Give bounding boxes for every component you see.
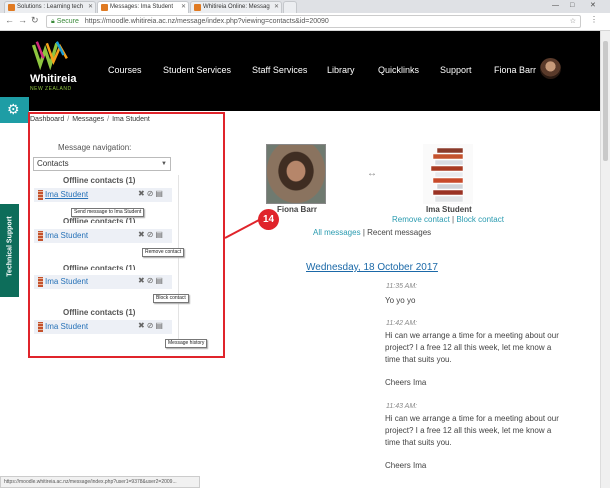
nav-courses[interactable]: Courses (108, 65, 142, 75)
scrollbar-thumb[interactable] (603, 41, 608, 161)
browser-status-url: https://moodle.whitireia.ac.nz/message/i… (0, 476, 200, 488)
browser-toolbar: ← → ↻ 🔒︎ Secure https://moodle.whitireia… (0, 13, 610, 31)
tab-label: Messages: Ima Student (110, 4, 174, 10)
callout-connector (225, 219, 260, 239)
favicon-icon (101, 4, 108, 11)
nav-staff-services[interactable]: Staff Services (252, 65, 307, 75)
browser-tab-solutions[interactable]: Solutions : Learning tech ✕ (4, 1, 96, 13)
nav-student-services[interactable]: Student Services (163, 65, 231, 75)
message-text: Cheers Ima (385, 461, 427, 470)
message-text: Cheers Ima (385, 378, 427, 387)
technical-support-tab[interactable]: Technical Support (0, 204, 19, 297)
secure-label: Secure (56, 18, 79, 25)
callout-highlight-box (28, 112, 225, 358)
arrows-left-right-icon: ↔ (367, 168, 377, 179)
page-scrollbar[interactable] (600, 31, 610, 488)
settings-tab[interactable]: ⚙ (0, 97, 29, 123)
all-messages-link[interactable]: All messages (313, 228, 361, 237)
menu-icon[interactable]: ⋮ (590, 15, 598, 24)
close-tab-icon[interactable]: ✕ (274, 2, 279, 13)
close-tab-icon[interactable]: ✕ (88, 2, 93, 13)
callout-number-badge: 14 (258, 209, 279, 230)
reload-icon[interactable]: ↻ (31, 15, 39, 26)
close-tab-icon[interactable]: ✕ (181, 2, 186, 13)
user-menu-name[interactable]: Fiona Barr (494, 65, 536, 75)
user-b-books-image (423, 144, 473, 204)
lock-icon: 🔒︎ (51, 18, 55, 25)
avatar[interactable] (540, 58, 561, 79)
technical-support-label: Technical Support (6, 216, 14, 277)
forward-icon[interactable]: → (18, 15, 27, 25)
whitireia-logo-icon[interactable] (28, 40, 74, 70)
new-tab-button[interactable] (283, 1, 297, 13)
favicon-icon (194, 4, 201, 11)
gear-icon: ⚙ (7, 101, 20, 117)
block-contact-link[interactable]: Block contact (456, 215, 504, 224)
message-text: Yo yo yo (385, 296, 416, 305)
message-time: 11:43 AM: (386, 403, 418, 410)
close-window-icon[interactable]: ✕ (590, 0, 596, 12)
minimize-icon[interactable]: — (552, 0, 559, 12)
remove-contact-link[interactable]: Remove contact (392, 215, 450, 224)
browser-tab-bar: Solutions : Learning tech ✕ Messages: Im… (0, 0, 610, 13)
nav-quicklinks[interactable]: Quicklinks (378, 65, 419, 75)
message-time: 11:42 AM: (386, 320, 418, 327)
nav-library[interactable]: Library (327, 65, 355, 75)
recent-messages-label: Recent messages (367, 228, 432, 237)
tab-label: Solutions : Learning tech (17, 4, 84, 10)
message-text: Hi can we arrange a time for a meeting a… (385, 331, 559, 364)
contact-actions: Remove contact | Block contact (392, 215, 504, 224)
bookmark-star-icon[interactable]: ☆ (570, 16, 576, 27)
message-filter: All messages | Recent messages (313, 228, 432, 237)
url-text: https://moodle.whitireia.ac.nz/message/i… (84, 18, 329, 25)
user-b-name: Ima Student (426, 205, 472, 214)
address-bar[interactable]: 🔒︎ Secure https://moodle.whitireia.ac.nz… (46, 15, 581, 28)
browser-tab-messages[interactable]: Messages: Ima Student ✕ (97, 1, 189, 13)
conversation-date-heading: Wednesday, 18 October 2017 (306, 262, 438, 273)
message-time: 11:35 AM: (386, 283, 418, 290)
nav-support[interactable]: Support (440, 65, 472, 75)
back-icon[interactable]: ← (5, 15, 14, 25)
message-text: Hi can we arrange a time for a meeting a… (385, 414, 559, 447)
brand-subtitle: NEW ZEALAND (30, 86, 72, 92)
user-a-photo (266, 144, 326, 204)
user-a-name: Fiona Barr (277, 205, 318, 214)
brand-name: Whitireia (30, 73, 77, 85)
tab-label: Whitireia Online: Messag (203, 4, 270, 10)
maximize-icon[interactable]: □ (570, 0, 574, 12)
favicon-icon (8, 4, 15, 11)
browser-tab-whitireia[interactable]: Whitireia Online: Messag ✕ (190, 1, 282, 13)
